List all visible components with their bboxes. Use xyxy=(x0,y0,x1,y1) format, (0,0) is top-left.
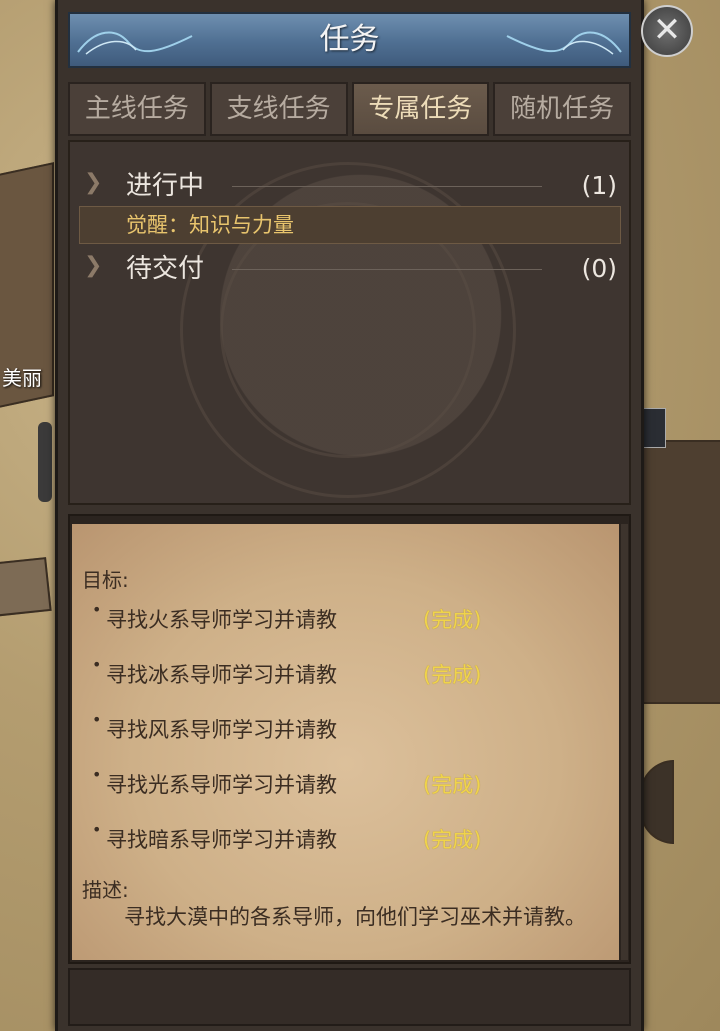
building xyxy=(640,440,720,704)
group-to-submit[interactable]: ❯ 待交付 (0) xyxy=(70,249,629,289)
npc-character[interactable] xyxy=(38,422,52,502)
bottom-bar xyxy=(68,968,631,1026)
round-object xyxy=(640,760,674,844)
npc-name-label: 美丽 xyxy=(2,366,42,390)
group-count: (1) xyxy=(581,171,617,200)
tab-random-quest[interactable]: 随机任务 xyxy=(493,82,631,136)
tab-side-quest[interactable]: 支线任务 xyxy=(209,82,348,136)
quest-list: ❯ 进行中 (1) 觉醒：知识与力量 ❯ 待交付 (0) xyxy=(68,140,631,505)
bullet-icon: • xyxy=(92,710,102,729)
quest-title: 觉醒：知识与力量 xyxy=(126,213,294,237)
title-bar: 任务 xyxy=(68,12,631,68)
objective-status: (完成) xyxy=(423,608,482,632)
objective-status: (完成) xyxy=(423,828,482,852)
objective-status: (完成) xyxy=(423,663,482,687)
chevron-down-icon: ❯ xyxy=(84,170,103,195)
tab-main-quest[interactable]: 主线任务 xyxy=(68,82,206,136)
description-text: 寻找大漠中的各系导师，向他们学习巫术并请教。 xyxy=(124,905,586,929)
group-count: (0) xyxy=(581,254,617,283)
quest-item[interactable]: 觉醒：知识与力量 xyxy=(79,206,621,244)
objective-item: • 寻找火系导师学习并请教 (完成) xyxy=(92,600,512,634)
quest-panel: 任务 ✕ 主线任务 支线任务 专属任务 随机任务 ❯ 进行中 (1) 觉醒：知识… xyxy=(55,0,693,1031)
group-label: 进行中 xyxy=(126,171,205,201)
objective-text: 寻找冰系导师学习并请教 xyxy=(106,663,337,687)
close-button[interactable]: ✕ xyxy=(641,5,693,57)
objective-item: • 寻找冰系导师学习并请教 (完成) xyxy=(92,655,512,689)
divider xyxy=(232,269,542,270)
objective-text: 寻找火系导师学习并请教 xyxy=(106,608,337,632)
tab-exclusive-quest[interactable]: 专属任务 xyxy=(351,82,490,136)
parchment: 目标: • 寻找火系导师学习并请教 (完成) • 寻找冰系导师学习并请教 (完成… xyxy=(72,524,619,960)
ornament-icon xyxy=(506,31,622,55)
objective-text: 寻找光系导师学习并请教 xyxy=(106,773,337,797)
bullet-icon: • xyxy=(92,820,102,839)
objective-item: • 寻找风系导师学习并请教 xyxy=(92,710,512,744)
divider xyxy=(232,186,542,187)
objective-text: 寻找风系导师学习并请教 xyxy=(106,718,337,742)
group-in-progress[interactable]: ❯ 进行中 (1) xyxy=(70,166,629,206)
chevron-down-icon: ❯ xyxy=(84,253,103,278)
description-heading: 描述: xyxy=(82,878,129,902)
crate xyxy=(0,557,52,617)
bullet-icon: • xyxy=(92,765,102,784)
quest-tabs: 主线任务 支线任务 专属任务 随机任务 xyxy=(68,82,631,136)
group-label: 待交付 xyxy=(126,254,205,284)
quest-detail: 目标: • 寻找火系导师学习并请教 (完成) • 寻找冰系导师学习并请教 (完成… xyxy=(68,514,631,964)
objective-item: • 寻找暗系导师学习并请教 (完成) xyxy=(92,820,512,854)
bullet-icon: • xyxy=(92,655,102,674)
bullet-icon: • xyxy=(92,600,102,619)
objective-status: (完成) xyxy=(423,773,482,797)
objective-text: 寻找暗系导师学习并请教 xyxy=(106,828,337,852)
objective-item: • 寻找光系导师学习并请教 (完成) xyxy=(92,765,512,799)
scrollbar[interactable] xyxy=(621,524,628,960)
objectives-heading: 目标: xyxy=(82,568,129,592)
